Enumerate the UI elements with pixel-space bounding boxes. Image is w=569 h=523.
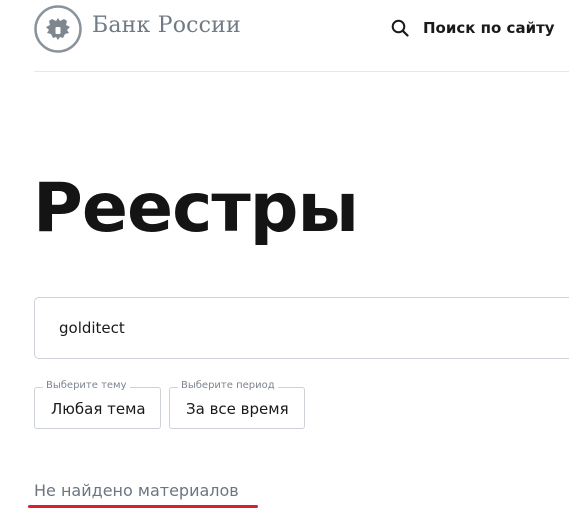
no-results-message: Не найдено материалов xyxy=(34,481,239,500)
annotation-underline xyxy=(28,505,258,508)
bank-emblem-icon[interactable] xyxy=(34,5,82,53)
site-search-label: Поиск по сайту xyxy=(423,19,555,37)
header-divider xyxy=(34,71,569,72)
page-title: Реестры xyxy=(33,169,359,248)
period-select-legend: Выберите период xyxy=(178,380,278,391)
search-icon xyxy=(391,19,409,37)
topic-select-legend: Выберите тему xyxy=(43,380,130,391)
registry-search-input[interactable] xyxy=(34,297,569,359)
site-search-button[interactable]: Поиск по сайту xyxy=(391,16,555,40)
period-select-value: За все время xyxy=(186,400,289,418)
period-select[interactable]: Выберите период За все время xyxy=(169,380,305,429)
topic-select-value: Любая тема xyxy=(51,400,146,418)
brand-name[interactable]: Банк России xyxy=(92,13,241,38)
topic-select[interactable]: Выберите тему Любая тема xyxy=(34,380,161,429)
page: Банк России Поиск по сайту Реестры Выбер… xyxy=(0,0,569,523)
